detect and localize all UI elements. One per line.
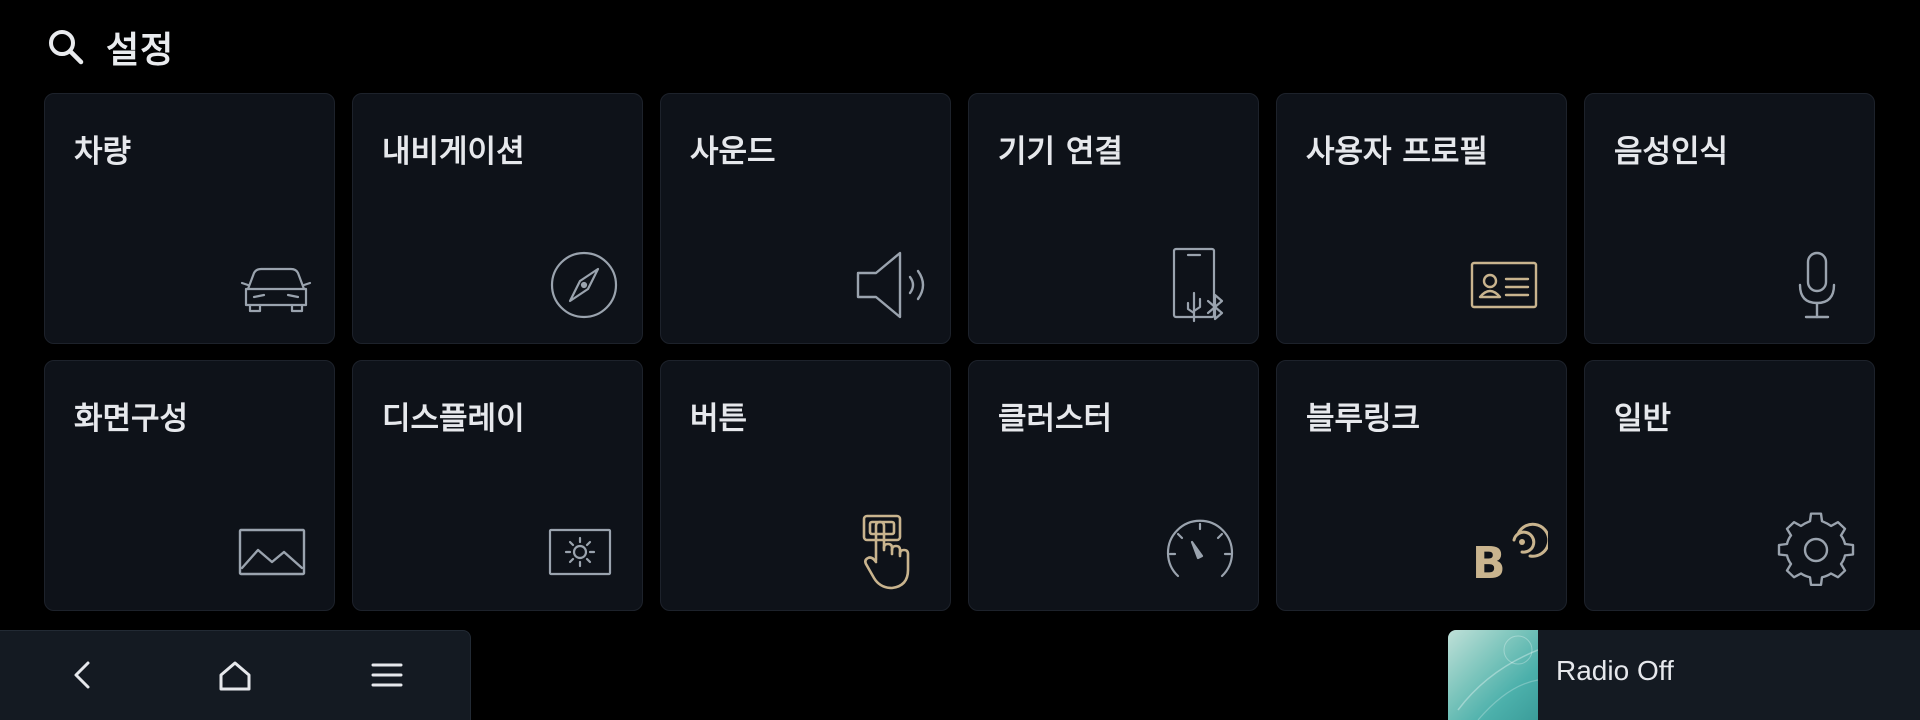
tile-label: 음성인식 xyxy=(1614,134,1729,170)
album-art xyxy=(1448,630,1539,720)
tile-voice-recognition[interactable]: 음성인식 xyxy=(1584,93,1875,344)
media-widget[interactable]: Radio Off xyxy=(1448,630,1920,720)
tile-general[interactable]: 일반 xyxy=(1584,360,1875,611)
bluelink-icon: B xyxy=(1468,512,1548,592)
tile-label: 버튼 xyxy=(690,401,748,437)
search-icon[interactable] xyxy=(44,25,88,69)
page-title: 설정 xyxy=(106,30,175,71)
tile-cluster[interactable]: 클러스터 xyxy=(968,360,1259,611)
media-status: Radio Off xyxy=(1556,655,1674,686)
settings-grid: 차량 내비게이션 사운드 기기 연결 사용자 프로필 음성인식 화면구성 디스플… xyxy=(44,93,1875,611)
tile-label: 사용자 프로필 xyxy=(1306,134,1488,170)
speaker-icon xyxy=(852,245,932,325)
menu-button[interactable] xyxy=(357,645,417,705)
home-button[interactable] xyxy=(205,645,265,705)
brightness-icon xyxy=(544,512,624,592)
tile-label: 기기 연결 xyxy=(998,134,1123,170)
home-icon xyxy=(219,661,251,691)
car-icon xyxy=(236,245,316,325)
tile-buttons[interactable]: 버튼 xyxy=(660,360,951,611)
compass-icon xyxy=(544,245,624,325)
tile-device-connection[interactable]: 기기 연결 xyxy=(968,93,1259,344)
header: 설정 xyxy=(44,22,174,72)
tile-label: 화면구성 xyxy=(74,401,189,437)
tile-label: 내비게이션 xyxy=(382,134,525,170)
back-icon xyxy=(74,661,90,689)
phone-usb-bluetooth-icon xyxy=(1160,245,1240,325)
image-icon xyxy=(236,512,316,592)
tile-label: 일반 xyxy=(1614,401,1672,437)
tile-navigation[interactable]: 내비게이션 xyxy=(352,93,643,344)
hand-press-icon xyxy=(852,512,932,592)
tile-label: 클러스터 xyxy=(998,401,1113,437)
tile-user-profile[interactable]: 사용자 프로필 xyxy=(1276,93,1567,344)
tile-label: 차량 xyxy=(74,134,132,170)
gear-icon xyxy=(1776,512,1856,592)
gauge-icon xyxy=(1160,512,1240,592)
tile-sound[interactable]: 사운드 xyxy=(660,93,951,344)
tile-label: 사운드 xyxy=(690,134,776,170)
menu-icon xyxy=(371,663,403,687)
tile-vehicle[interactable]: 차량 xyxy=(44,93,335,344)
back-button[interactable] xyxy=(52,645,112,705)
microphone-icon xyxy=(1776,245,1856,325)
tile-screen-layout[interactable]: 화면구성 xyxy=(44,360,335,611)
id-card-icon xyxy=(1468,245,1548,325)
tile-label: 디스플레이 xyxy=(382,401,525,437)
tile-label: 블루링크 xyxy=(1306,401,1421,437)
svg-text:B: B xyxy=(1472,538,1506,589)
bottom-nav-bar xyxy=(0,630,471,720)
tile-bluelink[interactable]: 블루링크 B xyxy=(1276,360,1567,611)
tile-display[interactable]: 디스플레이 xyxy=(352,360,643,611)
